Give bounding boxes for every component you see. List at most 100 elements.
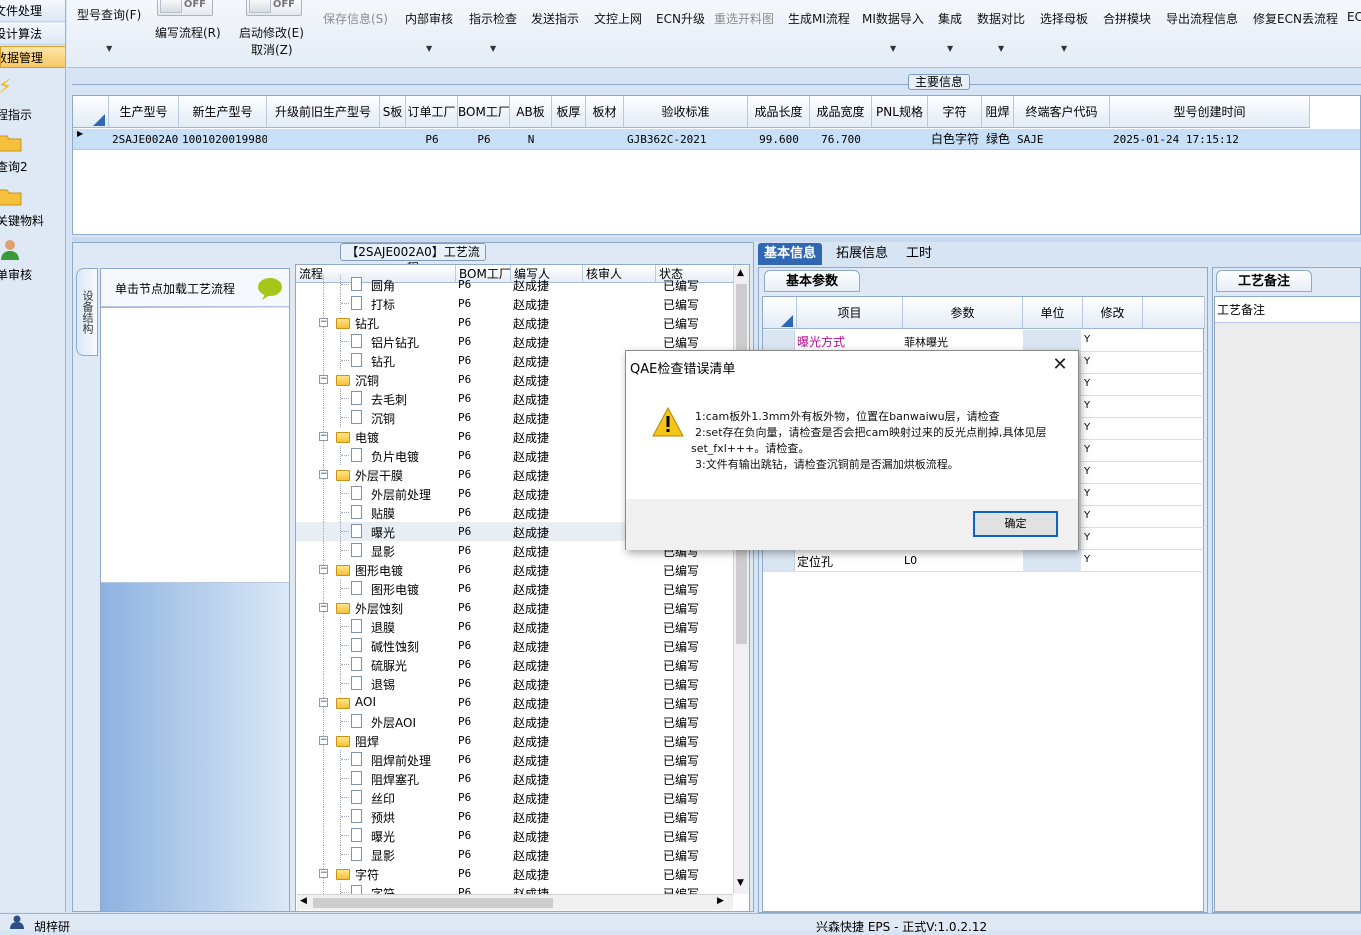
tree-row[interactable]: − 阻焊 P6 赵成捷 已编写 <box>296 731 736 750</box>
column-header-unit[interactable]: 单位 <box>1023 297 1083 329</box>
table-cell[interactable]: 白色字符 <box>928 129 982 150</box>
scroll-thumb[interactable] <box>313 898 553 908</box>
tree-row[interactable]: 碱性蚀刻 P6 赵成捷 已编写 <box>296 636 736 655</box>
collapse-icon[interactable]: − <box>319 736 328 745</box>
table-cell[interactable] <box>552 129 586 150</box>
table-cell[interactable]: 99.600 <box>748 129 810 150</box>
tree-row[interactable]: 打标 P6 赵成捷 已编写 <box>296 294 736 313</box>
tree-row[interactable]: − AOI P6 赵成捷 已编写 <box>296 693 736 712</box>
scroll-right-icon[interactable]: ▶ <box>717 896 724 906</box>
column-header[interactable]: 板材 <box>586 96 624 128</box>
nav-key-material[interactable]: 关键物料 <box>0 182 65 234</box>
tree-row[interactable]: 铝片钻孔 P6 赵成捷 已编写 <box>296 332 736 351</box>
table-cell[interactable] <box>872 129 928 150</box>
indicate-check-button[interactable]: 指示检查 ▼ <box>469 10 517 53</box>
tree-row[interactable]: 硫脲光 P6 赵成捷 已编写 <box>296 655 736 674</box>
column-header[interactable]: 生产型号 <box>109 96 179 128</box>
tree-row[interactable]: 阻焊前处理 P6 赵成捷 已编写 <box>296 750 736 769</box>
table-cell[interactable]: P6 <box>458 129 510 150</box>
start-modify-button[interactable]: 启动修改(E) <box>239 24 304 41</box>
internal-review-button[interactable]: 内部审核 ▼ <box>405 10 453 53</box>
gen-mi-flow-button[interactable]: 生成MI流程 <box>788 10 850 27</box>
nav-design-algorithm[interactable]: 设计算法 <box>0 23 65 45</box>
collapse-icon[interactable]: − <box>319 375 328 384</box>
table-cell[interactable]: 绿色 <box>982 129 1014 150</box>
collapse-icon[interactable]: − <box>319 432 328 441</box>
column-header-param[interactable]: 参数 <box>903 297 1023 329</box>
nav-query2[interactable]: 查询2 <box>0 128 65 180</box>
tree-row[interactable]: 预烘 P6 赵成捷 已编写 <box>296 807 736 826</box>
cancel-button[interactable]: 取消(Z) <box>251 41 293 58</box>
column-header[interactable]: 验收标准 <box>624 96 748 128</box>
tab-basic-info[interactable]: 基本信息 <box>758 243 823 265</box>
edit-flow-button[interactable]: 编写流程(R) <box>155 24 221 41</box>
column-header-modify[interactable]: 修改 <box>1083 297 1143 329</box>
table-cell[interactable] <box>380 129 406 150</box>
table-cell[interactable]: 2025-01-24 17:15:12 <box>1110 129 1310 150</box>
tab-work-hours[interactable]: 工时 <box>900 243 938 265</box>
param-value[interactable]: L0 <box>904 554 917 567</box>
integrate-button[interactable]: 集成 ▼ <box>938 10 962 53</box>
table-cell[interactable]: N <box>510 129 552 150</box>
start-modify-toggle[interactable]: OFF <box>246 0 302 16</box>
tree-row[interactable]: 退锡 P6 赵成捷 已编写 <box>296 674 736 693</box>
horizontal-scrollbar[interactable]: ◀ ▶ <box>297 894 733 910</box>
column-header-item[interactable]: 项目 <box>797 297 903 329</box>
nav-data-management[interactable]: 数据管理 <box>0 46 65 68</box>
tree-row[interactable]: − 字符 P6 赵成捷 已编写 <box>296 864 736 883</box>
column-header[interactable]: 订单工厂 <box>406 96 458 128</box>
table-row[interactable]: 曝光方式 菲林曝光 Y <box>763 330 1205 352</box>
table-cell[interactable]: SAJE <box>1014 129 1110 150</box>
nav-review[interactable]: 单审核 <box>0 236 65 288</box>
scroll-down-icon[interactable]: ▼ <box>737 878 744 888</box>
tree-row[interactable]: 丝印 P6 赵成捷 已编写 <box>296 788 736 807</box>
fix-ecn-flow-button[interactable]: 修复ECN丢流程 <box>1253 10 1338 27</box>
reselect-drawing-button[interactable]: 重选开料图 <box>714 10 774 27</box>
model-query-button[interactable]: 型号查询(F) ▼ <box>77 6 141 53</box>
ecn-upgrade-button[interactable]: ECN升级 <box>656 10 705 27</box>
column-header[interactable]: 阻焊 <box>982 96 1014 128</box>
table-cell[interactable] <box>586 129 624 150</box>
close-icon[interactable]: ✕ <box>1048 353 1072 377</box>
collapse-icon[interactable]: − <box>319 603 328 612</box>
table-cell[interactable]: P6 <box>406 129 458 150</box>
tree-row[interactable]: 退膜 P6 赵成捷 已编写 <box>296 617 736 636</box>
scroll-up-icon[interactable]: ▲ <box>737 268 744 278</box>
column-header[interactable]: PNL规格 <box>872 96 928 128</box>
export-flow-info-button[interactable]: 导出流程信息 <box>1166 10 1238 27</box>
tree-row[interactable]: 阻焊塞孔 P6 赵成捷 已编写 <box>296 769 736 788</box>
tab-extended-info[interactable]: 拓展信息 <box>830 243 894 265</box>
select-motherboard-button[interactable]: 选择母板 ▼ <box>1040 10 1088 53</box>
tree-row[interactable]: 曝光 P6 赵成捷 已编写 <box>296 826 736 845</box>
collapse-icon[interactable]: − <box>319 470 328 479</box>
collapse-icon[interactable]: − <box>319 869 328 878</box>
tree-row[interactable]: 外层AOI P6 赵成捷 已编写 <box>296 712 736 731</box>
nav-process-indicate[interactable]: ⚡ 程指示 <box>0 72 65 124</box>
ok-button[interactable]: 确定 <box>973 511 1058 537</box>
column-header[interactable]: 成品宽度 <box>810 96 872 128</box>
column-header[interactable]: 升级前旧生产型号 <box>267 96 380 128</box>
table-cell[interactable] <box>267 129 380 150</box>
tree-row[interactable]: 显影 P6 赵成捷 已编写 <box>296 845 736 864</box>
side-tab-equipment[interactable]: 设备结构 <box>76 268 98 356</box>
param-value[interactable]: 菲林曝光 <box>904 334 948 350</box>
collapse-icon[interactable]: − <box>319 565 328 574</box>
tree-row[interactable]: − 外层蚀刻 P6 赵成捷 已编写 <box>296 598 736 617</box>
collapse-icon[interactable]: − <box>319 318 328 327</box>
table-cell[interactable]: 10010200199801 <box>179 129 267 150</box>
table-cell[interactable]: 76.700 <box>810 129 872 150</box>
save-info-button[interactable]: 保存信息(S) <box>323 10 388 27</box>
tree-row[interactable]: − 钻孔 P6 赵成捷 已编写 <box>296 313 736 332</box>
column-header[interactable]: 新生产型号 <box>179 96 267 128</box>
column-header[interactable]: AB板 <box>510 96 552 128</box>
edit-flow-toggle[interactable]: OFF <box>157 0 213 16</box>
data-compare-button[interactable]: 数据对比 ▼ <box>977 10 1025 53</box>
mi-import-button[interactable]: MI数据导入 ▼ <box>862 10 924 53</box>
send-indicate-button[interactable]: 发送指示 <box>531 10 579 27</box>
more-button[interactable]: EC <box>1347 10 1361 24</box>
column-header[interactable]: 字符 <box>928 96 982 128</box>
node-list[interactable] <box>101 308 289 583</box>
column-header[interactable]: 成品长度 <box>748 96 810 128</box>
doc-upload-button[interactable]: 文控上网 <box>594 10 642 27</box>
table-cell[interactable]: 2SAJE002A0 <box>109 129 179 150</box>
